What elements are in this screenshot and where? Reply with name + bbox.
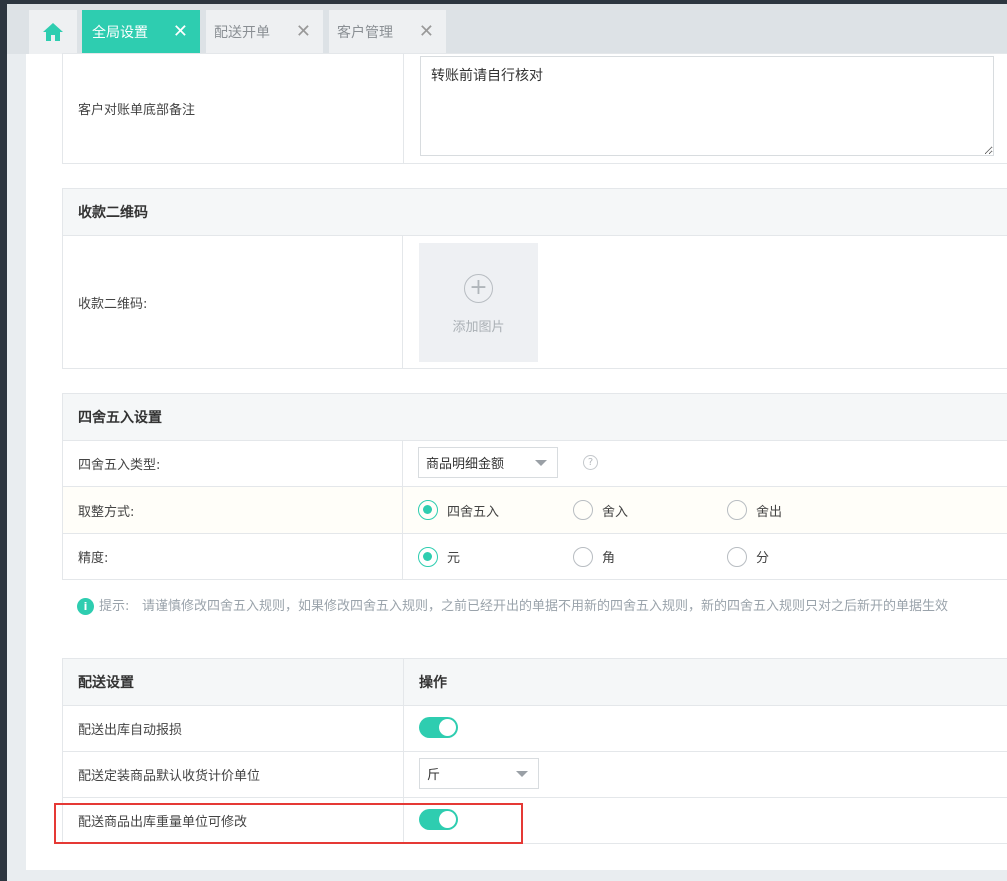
radio-label: 舍入: [602, 504, 629, 520]
tab-customer-management[interactable]: 客户管理 ✕: [329, 10, 446, 54]
radio-label: 角: [602, 551, 616, 566]
remark-table: 客户对账单底部备注 转账前请自行核对: [62, 53, 1007, 164]
hint-label: 提示:: [99, 599, 130, 614]
radio-label: 舍出: [756, 504, 783, 520]
tab-label: 全局设置: [92, 25, 148, 41]
app-sidebar-edge: [0, 0, 7, 881]
info-icon: i: [77, 598, 94, 615]
qrcode-section-title: 收款二维码: [63, 189, 1007, 235]
qrcode-label: 收款二维码:: [63, 236, 403, 368]
tab-home[interactable]: [29, 10, 77, 54]
close-icon[interactable]: ✕: [173, 23, 188, 41]
chevron-down-icon: [535, 460, 547, 466]
tab-delivery-order[interactable]: 配送开单 ✕: [206, 10, 323, 54]
radio-selected-icon: [418, 546, 438, 567]
close-icon[interactable]: ✕: [296, 23, 311, 41]
default-unit-cell: 斤: [404, 752, 1007, 797]
rounding-type-select[interactable]: 商品明细金额: [418, 447, 558, 478]
rounding-mode-cell: 四舍五入 舍入 舍出: [403, 487, 1007, 533]
radio-label: 分: [756, 551, 770, 566]
rounding-type-row: 四舍五入类型: 商品明细金额 ?: [63, 440, 1007, 486]
close-icon[interactable]: ✕: [419, 23, 434, 41]
rounding-section-title: 四舍五入设置: [63, 394, 1007, 440]
default-unit-row: 配送定装商品默认收货计价单位 斤: [63, 751, 1007, 797]
precision-label: 精度:: [63, 534, 403, 579]
settings-content: 客户对账单底部备注 转账前请自行核对 收款二维码 收款二维码: + 添加图片 四…: [26, 53, 1007, 870]
tab-bar: 全局设置 ✕ 配送开单 ✕ 客户管理 ✕: [7, 4, 1007, 54]
delivery-section-title: 配送设置: [63, 659, 404, 705]
auto-loss-row: 配送出库自动报损: [63, 705, 1007, 751]
delivery-header-row: 配送设置 操作: [63, 659, 1007, 705]
radio-selected-icon: [418, 500, 438, 520]
hint-text: 请谨慎修改四舍五入规则，如果修改四舍五入规则，之前已经开出的单据不用新的四舍五入…: [142, 599, 949, 614]
chevron-down-icon: [516, 771, 528, 777]
rounding-table: 四舍五入设置 四舍五入类型: 商品明细金额 ? 取整方式: 四舍五入 舍入 舍出…: [62, 393, 1007, 580]
auto-loss-cell: [404, 706, 1007, 751]
auto-loss-toggle[interactable]: [419, 717, 458, 738]
rounding-mode-row: 取整方式: 四舍五入 舍入 舍出: [63, 486, 1007, 533]
radio-label: 元: [447, 551, 461, 566]
action-header: 操作: [419, 675, 447, 691]
qrcode-row: 收款二维码: + 添加图片: [63, 235, 1007, 368]
help-icon[interactable]: ?: [583, 455, 598, 470]
rounding-mode-label: 取整方式:: [63, 487, 403, 533]
tab-global-settings[interactable]: 全局设置 ✕: [82, 10, 200, 54]
radio-empty-icon: [573, 546, 593, 567]
qrcode-cell: + 添加图片: [403, 236, 1007, 368]
radio-precision-yuan[interactable]: 元: [418, 534, 460, 579]
remark-row: 客户对账单底部备注 转账前请自行核对: [63, 54, 1007, 163]
default-unit-value: 斤: [427, 768, 441, 783]
auto-loss-label: 配送出库自动报损: [63, 706, 404, 751]
radio-round-half[interactable]: 四舍五入: [418, 487, 499, 533]
rounding-type-cell: 商品明细金额 ?: [403, 441, 1007, 486]
radio-precision-fen[interactable]: 分: [727, 534, 769, 579]
tab-label: 客户管理: [337, 25, 393, 41]
radio-empty-icon: [573, 500, 593, 520]
precision-cell: 元 角 分: [403, 534, 1007, 579]
home-icon: [42, 22, 64, 42]
rounding-type-label: 四舍五入类型:: [63, 441, 403, 486]
toggle-knob: [439, 719, 456, 736]
radio-precision-jiao[interactable]: 角: [573, 534, 615, 579]
remark-label: 客户对账单底部备注: [63, 54, 404, 163]
tab-label: 配送开单: [214, 25, 270, 41]
qrcode-table: 收款二维码 收款二维码: + 添加图片: [62, 188, 1007, 369]
remark-textarea[interactable]: 转账前请自行核对: [420, 56, 994, 156]
precision-row: 精度: 元 角 分: [63, 533, 1007, 579]
radio-round-down[interactable]: 舍入: [573, 487, 628, 533]
default-unit-select[interactable]: 斤: [419, 758, 539, 789]
rounding-type-value: 商品明细金额: [426, 457, 505, 472]
radio-empty-icon: [727, 500, 747, 520]
add-image-button[interactable]: + 添加图片: [419, 243, 538, 362]
plus-icon: +: [464, 274, 493, 303]
remark-cell: 转账前请自行核对: [404, 54, 1007, 163]
highlight-box: [54, 803, 523, 844]
radio-empty-icon: [727, 546, 747, 567]
radio-label: 四舍五入: [447, 504, 500, 520]
add-image-label: 添加图片: [452, 320, 505, 335]
radio-round-up[interactable]: 舍出: [727, 487, 782, 533]
default-unit-label: 配送定装商品默认收货计价单位: [63, 752, 404, 797]
